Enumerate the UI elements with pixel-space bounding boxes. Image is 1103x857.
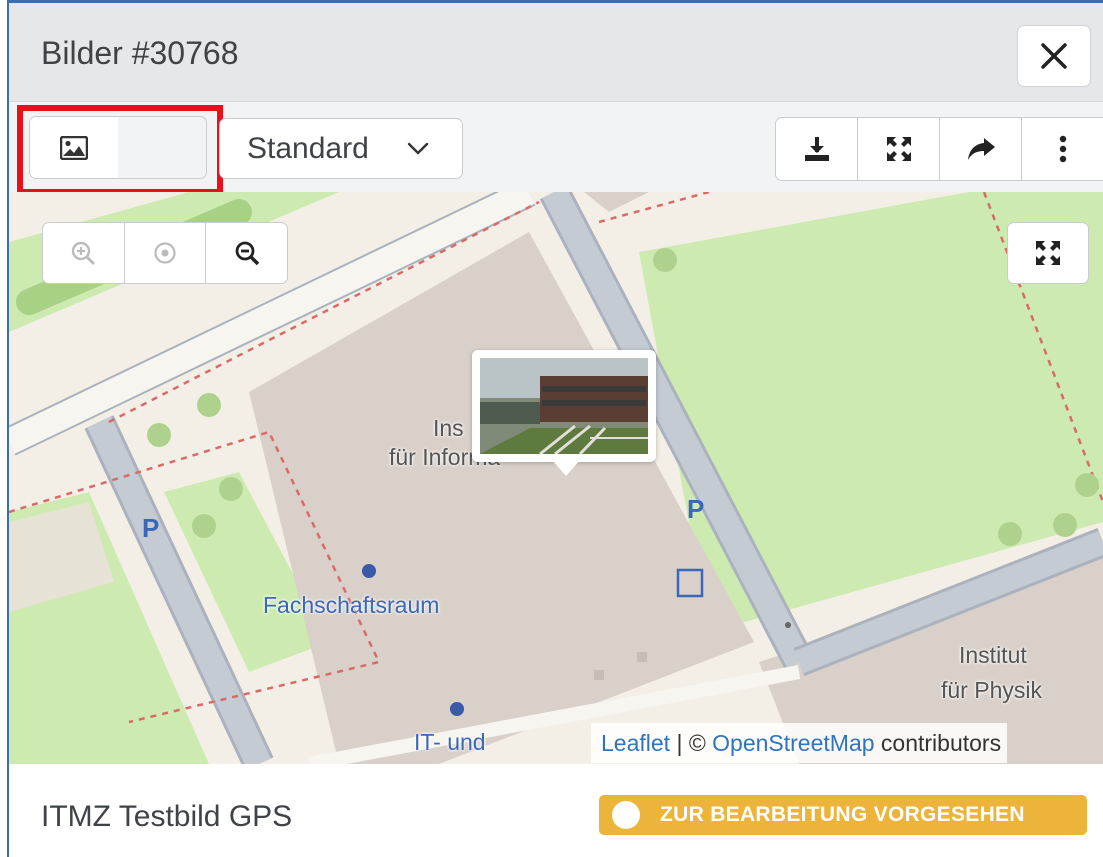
svg-text:P: P — [142, 513, 159, 543]
attribution-separator: | © — [670, 729, 713, 756]
dialog-footer: ITMZ Testbild GPS ZUR BEARBEITUNG VORGES… — [9, 764, 1103, 857]
map-layer-value: Standard — [247, 131, 369, 165]
attribution-contributors: contributors — [874, 729, 1002, 756]
share-icon — [967, 138, 995, 160]
leaflet-link[interactable]: Leaflet — [601, 730, 670, 757]
zoom-in-icon — [72, 241, 96, 266]
fullscreen-button[interactable] — [858, 118, 940, 180]
more-button[interactable] — [1022, 118, 1103, 180]
image-dialog: Bilder #30768 Standard P P Ins für Infor… — [9, 3, 1103, 857]
marker-pointer — [552, 460, 580, 476]
map-label-informatik-1: Ins — [433, 415, 464, 441]
toolbar: Standard — [9, 102, 1103, 195]
status-badge[interactable]: ZUR BEARBEITUNG VORGESEHEN — [599, 795, 1087, 835]
close-icon — [1041, 43, 1067, 69]
expand-icon — [1036, 241, 1060, 265]
status-label: ZUR BEARBEITUNG VORGESEHEN — [660, 803, 1025, 826]
share-button[interactable] — [940, 118, 1022, 180]
action-button-group — [775, 117, 1103, 181]
chevron-down-icon — [407, 142, 429, 155]
zoom-out-button[interactable] — [206, 223, 287, 283]
photo-thumbnail — [480, 358, 648, 454]
map-label-fachschaftsraum: Fachschaftsraum — [263, 592, 440, 618]
expand-icon — [886, 137, 911, 161]
dialog-title: Bilder #30768 — [41, 35, 239, 71]
center-button[interactable] — [125, 223, 207, 283]
view-mode-toggle — [29, 116, 207, 179]
target-icon — [154, 242, 176, 264]
map-label-physik-1: Institut — [959, 642, 1027, 668]
zoom-in-button[interactable] — [43, 223, 125, 283]
map-label-physik-2: für Physik — [941, 677, 1042, 703]
outer-margin — [0, 0, 7, 857]
map-label-it-und: IT- und — [414, 729, 486, 755]
image-icon — [60, 135, 88, 160]
zoom-out-icon — [235, 241, 259, 266]
close-button[interactable] — [1017, 25, 1091, 87]
map-attribution: Leaflet | © OpenStreetMap contributors — [591, 723, 1008, 763]
photo-marker[interactable] — [472, 350, 656, 476]
status-dot-icon — [612, 801, 640, 829]
download-button[interactable] — [776, 118, 858, 180]
download-icon — [804, 137, 829, 161]
zoom-control — [42, 222, 288, 284]
more-vertical-icon — [1059, 135, 1066, 163]
image-view-button[interactable] — [30, 117, 118, 178]
image-title: ITMZ Testbild GPS — [41, 800, 293, 833]
map-view[interactable]: P P Ins für Informa Fachschaftsraum IT- … — [9, 192, 1103, 764]
openstreetmap-link[interactable]: OpenStreetMap — [712, 730, 874, 757]
svg-text:P: P — [687, 494, 704, 524]
map-fullscreen-button[interactable] — [1007, 222, 1089, 284]
map-layer-select[interactable]: Standard — [219, 118, 463, 179]
dialog-header: Bilder #30768 — [9, 3, 1103, 102]
